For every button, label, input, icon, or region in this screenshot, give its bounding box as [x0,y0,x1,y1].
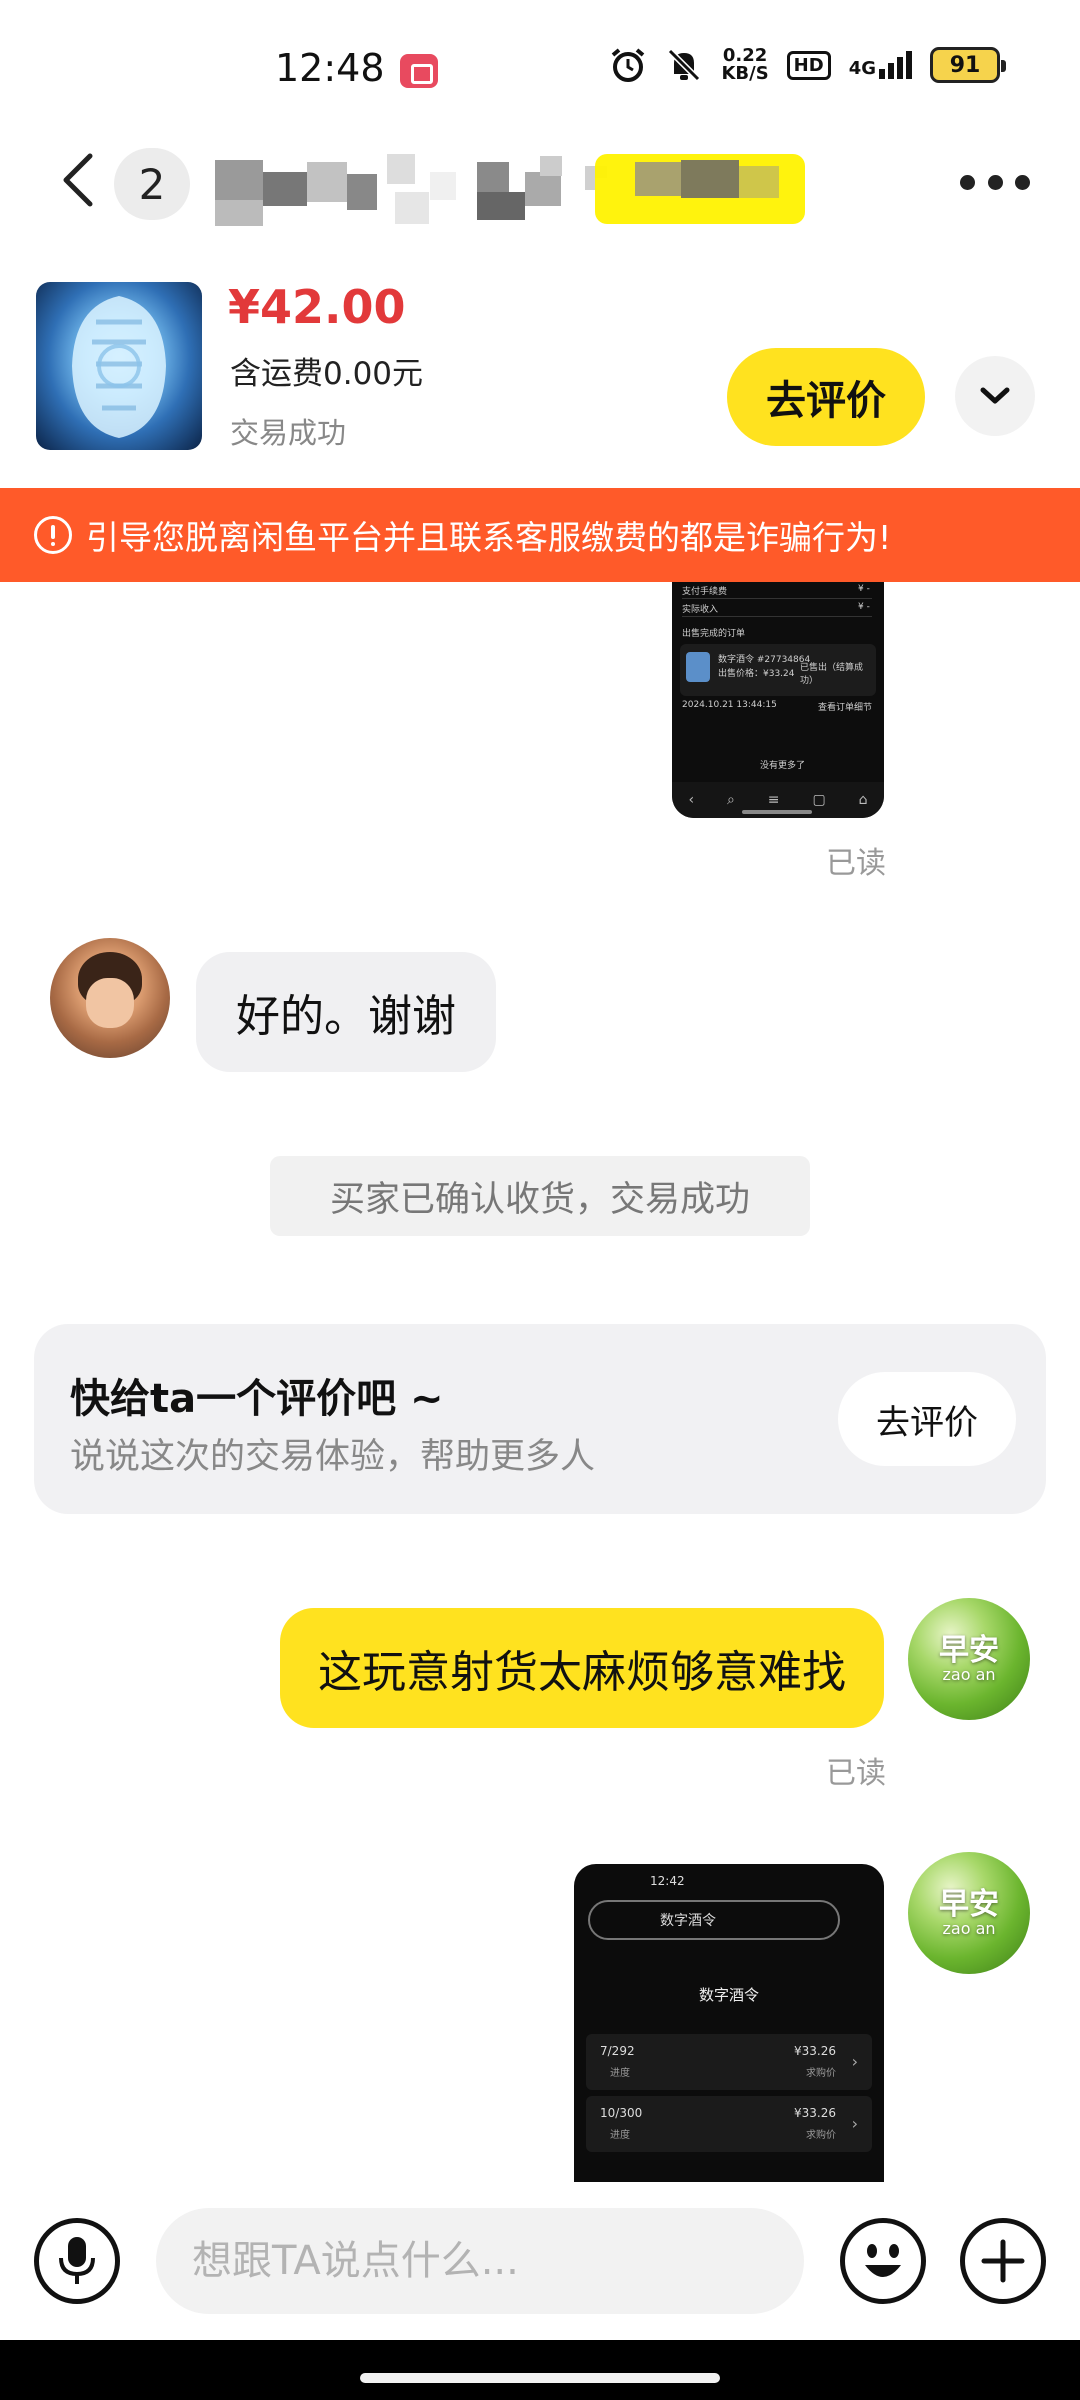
shot1-row1: 支付手续费 [682,587,728,597]
message-input[interactable] [156,2208,804,2314]
battery-level: 91 [949,52,981,78]
incoming-message[interactable]: 好的。谢谢 [196,952,496,1072]
warning-text: 引导您脱离闲鱼平台并且联系客服缴费的都是诈骗行为! [86,518,892,557]
net-speed-unit: KB/S [721,63,769,84]
system-message: 买家已确认收货，交易成功 [270,1156,810,1236]
shot1-row2: 实际收入 [682,605,719,615]
shot2-time: 12:42 [650,1874,685,1888]
review-prompt-card: 快给ta一个评价吧 ~ 说说这次的交易体验，帮助更多人 去评价 [34,1324,1046,1514]
review-button[interactable]: 去评价 [727,348,925,446]
avatar-text-big: 早安 [939,1887,999,1922]
my-avatar[interactable]: 早安 zao an [908,1852,1030,1974]
plus-icon [981,2239,1025,2283]
unread-count-badge[interactable]: 2 [114,148,190,220]
outgoing-message[interactable]: 这玩意射货太麻烦够意难找 [280,1608,884,1728]
shot1-order-title: 数字酒令 #27734864 [718,655,811,665]
shot1-order-time: 2024.10.21 13:44:15 [682,700,777,710]
warning-icon [34,516,72,554]
jade-pendant-image [72,296,166,438]
transaction-status: 交易成功 [230,416,347,450]
shot1-no-more: 没有更多了 [760,761,806,771]
read-status: 已读 [826,1756,886,1791]
mute-bell-icon [668,48,701,82]
hd-badge: HD [786,50,831,80]
back-arrow-icon[interactable] [50,150,110,210]
system-nav-bar [0,2340,1080,2400]
incoming-message-text: 好的。谢谢 [236,991,456,1042]
avatar-text-small: zao an [942,1919,996,1938]
battery-icon: 91 [930,47,1006,83]
shot2-row: 7/292 进度 ¥33.26 求购价 › [586,2034,872,2090]
shot1-order-link: 查看订单细节 [818,703,873,713]
contact-avatar[interactable] [50,938,170,1058]
screenshot-message-2[interactable]: 12:42 数字酒令 数字酒令 7/292 进度 ¥33.26 求购价 › 10… [574,1864,884,2182]
outgoing-message-text: 这玩意射货太麻烦够意难找 [318,1647,846,1698]
more-options-icon[interactable] [960,170,1030,194]
emoji-button[interactable] [840,2218,926,2304]
chat-messages[interactable]: 支付手续费 ¥ - 实际收入 ¥ - 出售完成的订单 数字酒令 #2773486… [0,582,1080,2182]
my-avatar[interactable]: 早安 zao an [908,1598,1030,1720]
add-attachment-button[interactable] [960,2218,1046,2304]
net-speed: 0.22 KB/S [721,47,768,83]
status-bar: 12:48 0.22 KB/S HD 4G 91 [0,0,1080,140]
chevron-down-icon [980,387,1010,404]
shot1-section: 出售完成的订单 [682,629,746,639]
microphone-icon [59,2237,95,2284]
shot1-order-status: 已售出（结算成功） [800,663,864,686]
read-status: 已读 [826,846,886,881]
smiley-icon [865,2244,901,2277]
signal-icon: 4G [849,51,912,79]
shot1-order-price: 出售价格：¥33.24 [718,669,795,679]
review-prompt-button[interactable]: 去评价 [838,1372,1016,1466]
network-type: 4G [848,58,876,79]
shot1-order: 数字酒令 #27734864 出售价格：¥33.24 已售出（结算成功） [680,644,876,696]
screen-record-icon [400,54,438,88]
shot2-page-title: 数字酒令 [698,1986,759,2004]
product-card[interactable]: ¥42.00 含运费0.00元 交易成功 去评价 [0,260,1080,490]
message-input-bar [0,2182,1080,2340]
shot2-row: 10/300 进度 ¥33.26 求购价 › [586,2096,872,2152]
screenshot-message-1[interactable]: 支付手续费 ¥ - 实际收入 ¥ - 出售完成的订单 数字酒令 #2773486… [672,582,884,818]
product-shipping: 含运费0.00元 [230,356,424,392]
home-indicator[interactable] [360,2373,720,2383]
fraud-warning-banner: 引导您脱离闲鱼平台并且联系客服缴费的都是诈骗行为! [0,488,1080,582]
avatar-text-big: 早安 [939,1633,999,1668]
shot2-search-text: 数字酒令 [660,1913,716,1929]
product-image[interactable] [36,282,202,450]
avatar-text-small: zao an [942,1665,996,1684]
product-price: ¥42.00 [228,280,406,334]
review-prompt-title: 快给ta一个评价吧 ~ [70,1376,444,1422]
chat-header: 2 [0,130,1080,240]
review-prompt-subtitle: 说说这次的交易体验，帮助更多人 [70,1437,596,1477]
pixelated-contact-name [215,142,815,237]
alarm-icon [612,48,645,82]
status-time: 12:48 [275,46,385,90]
status-icons: 0.22 KB/S HD 4G 91 [609,46,1006,84]
expand-button[interactable] [955,356,1035,436]
voice-button[interactable] [34,2218,120,2304]
